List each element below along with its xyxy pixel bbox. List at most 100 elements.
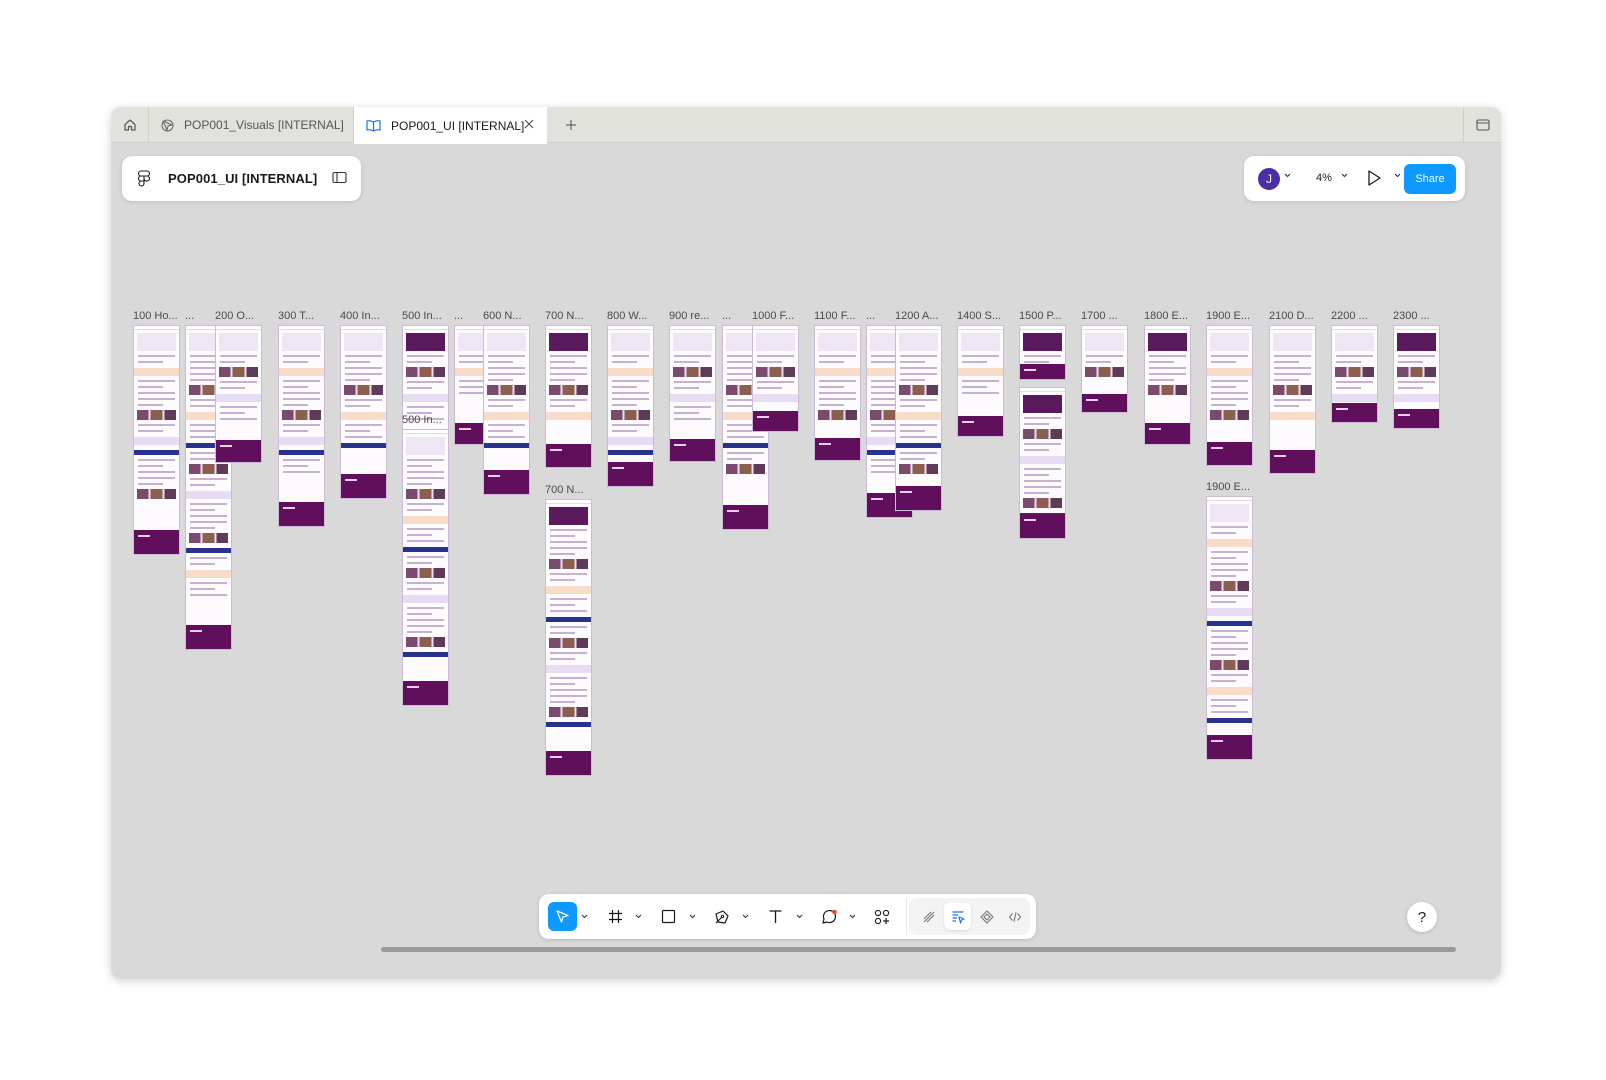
page-frame[interactable] (752, 325, 799, 432)
chevron-down-icon[interactable] (1341, 173, 1348, 178)
chevron-down-icon[interactable] (742, 914, 749, 919)
chevron-down-icon[interactable] (689, 914, 696, 919)
figma-logo-icon[interactable] (138, 170, 150, 187)
chevron-down-icon[interactable] (1394, 173, 1401, 178)
design-mode[interactable] (944, 903, 971, 930)
design-icon (952, 910, 965, 924)
page-frame[interactable] (340, 325, 387, 499)
horizontal-scrollbar[interactable] (381, 947, 1456, 952)
frame-label[interactable]: 1100 F... (814, 310, 855, 322)
chevron-down-icon[interactable] (581, 914, 588, 919)
share-button[interactable]: Share (1404, 164, 1456, 194)
pen-tool[interactable] (707, 902, 736, 931)
frame-label[interactable]: 2100 D... (1269, 310, 1314, 322)
move-tool[interactable] (548, 902, 577, 931)
page-frame[interactable] (1331, 325, 1378, 423)
page-frame[interactable] (669, 325, 716, 462)
cursor-icon (556, 910, 569, 923)
page-frame[interactable] (278, 325, 325, 527)
page-frame[interactable] (814, 325, 861, 461)
page-frame[interactable] (1144, 325, 1191, 445)
home-button[interactable] (111, 107, 149, 143)
text-tool[interactable] (761, 902, 790, 931)
frame-label[interactable]: 600 N... (483, 310, 522, 322)
page-frame[interactable] (215, 325, 262, 463)
window-layout-button[interactable] (1463, 107, 1501, 143)
user-avatar[interactable]: J (1258, 168, 1280, 190)
frame-label[interactable]: ... (722, 310, 731, 322)
frame-label[interactable]: ... (454, 310, 463, 322)
page-frame[interactable] (1269, 325, 1316, 474)
plus-icon (566, 120, 576, 130)
tab-pop001-visuals[interactable]: POP001_Visuals [INTERNAL] (149, 107, 354, 143)
frame-label[interactable]: 100 Ho... (133, 310, 178, 322)
page-frame[interactable] (1081, 325, 1128, 413)
sidebar-window-icon (1475, 119, 1490, 131)
frame-label[interactable]: 300 T... (278, 310, 314, 322)
page-frame[interactable] (895, 325, 942, 511)
close-tab-icon[interactable] (523, 118, 535, 130)
frame-label[interactable]: 1200 A... (895, 310, 938, 322)
design-canvas[interactable]: POP001_UI [INTERNAL] J 4% Share 100 Ho..… (111, 144, 1501, 979)
file-title[interactable]: POP001_UI [INTERNAL] (168, 171, 317, 186)
chevron-down-icon[interactable] (849, 914, 856, 919)
toggle-sidebar-icon[interactable] (332, 171, 347, 184)
collaboration-panel: J 4% Share (1244, 156, 1465, 201)
frame-label[interactable]: 1500 P... (1019, 310, 1062, 322)
frame-label[interactable]: 500 In... (402, 414, 442, 426)
prototype-mode[interactable] (973, 903, 1000, 930)
chevron-down-icon[interactable] (635, 914, 642, 919)
frame-label[interactable]: ... (185, 310, 194, 322)
frame-tool[interactable] (601, 902, 630, 931)
rectangle-icon (661, 909, 676, 924)
page-frame[interactable] (1393, 325, 1440, 429)
dev-mode[interactable] (1001, 903, 1028, 930)
page-frame[interactable] (1206, 325, 1253, 466)
frame-label[interactable]: 1900 E... (1206, 310, 1250, 322)
present-play-icon[interactable] (1366, 169, 1382, 187)
frame-label[interactable]: 800 W... (607, 310, 647, 322)
frame-label[interactable]: 500 In... (402, 310, 442, 322)
actions-tool[interactable] (867, 902, 896, 931)
page-frame[interactable] (483, 325, 530, 495)
page-frame[interactable] (1206, 496, 1253, 760)
page-frame[interactable] (545, 499, 592, 776)
frame-label[interactable]: 400 In... (340, 310, 380, 322)
frame-label[interactable]: 1000 F... (752, 310, 794, 322)
pen-icon (714, 909, 729, 924)
tab-bar: POP001_Visuals [INTERNAL] POP001_UI [INT… (111, 107, 1501, 144)
frame-label[interactable]: 700 N... (545, 484, 584, 496)
zoom-level[interactable]: 4% (1316, 172, 1332, 184)
page-frame[interactable] (1019, 387, 1066, 539)
code-icon (1008, 911, 1021, 922)
page-frame[interactable] (545, 325, 592, 468)
chevron-down-icon[interactable] (1284, 173, 1291, 178)
draw-icon (923, 911, 934, 922)
new-tab-button[interactable] (557, 107, 585, 143)
frame-label[interactable]: 2200 ... (1331, 310, 1368, 322)
help-button[interactable]: ? (1407, 902, 1437, 932)
comment-tool[interactable] (815, 902, 844, 931)
page-frame[interactable] (133, 325, 180, 555)
frame-label[interactable]: 900 re... (669, 310, 709, 322)
frame-label[interactable]: 1400 S... (957, 310, 1001, 322)
frame-label[interactable]: 1700 ... (1081, 310, 1118, 322)
page-frame[interactable] (1019, 325, 1066, 380)
frame-label[interactable]: ... (866, 310, 875, 322)
frame-label[interactable]: 1800 E... (1144, 310, 1188, 322)
frame-label[interactable]: 2300 ... (1393, 310, 1430, 322)
chevron-down-icon[interactable] (796, 914, 803, 919)
frame-label[interactable]: 200 O... (215, 310, 254, 322)
frame-label[interactable]: 700 N... (545, 310, 584, 322)
toolbar-divider (906, 898, 907, 935)
frame-label[interactable]: 1900 E... (1206, 481, 1250, 493)
page-frame[interactable] (402, 429, 449, 706)
file-panel: POP001_UI [INTERNAL] (122, 156, 361, 201)
page-frame[interactable] (957, 325, 1004, 437)
shape-tool[interactable] (654, 902, 683, 931)
diamond-icon (979, 909, 994, 924)
hash-frame-icon (609, 910, 622, 923)
draw-mode[interactable] (915, 903, 942, 930)
tab-pop001-ui[interactable]: POP001_UI [INTERNAL] (354, 107, 547, 144)
page-frame[interactable] (607, 325, 654, 487)
